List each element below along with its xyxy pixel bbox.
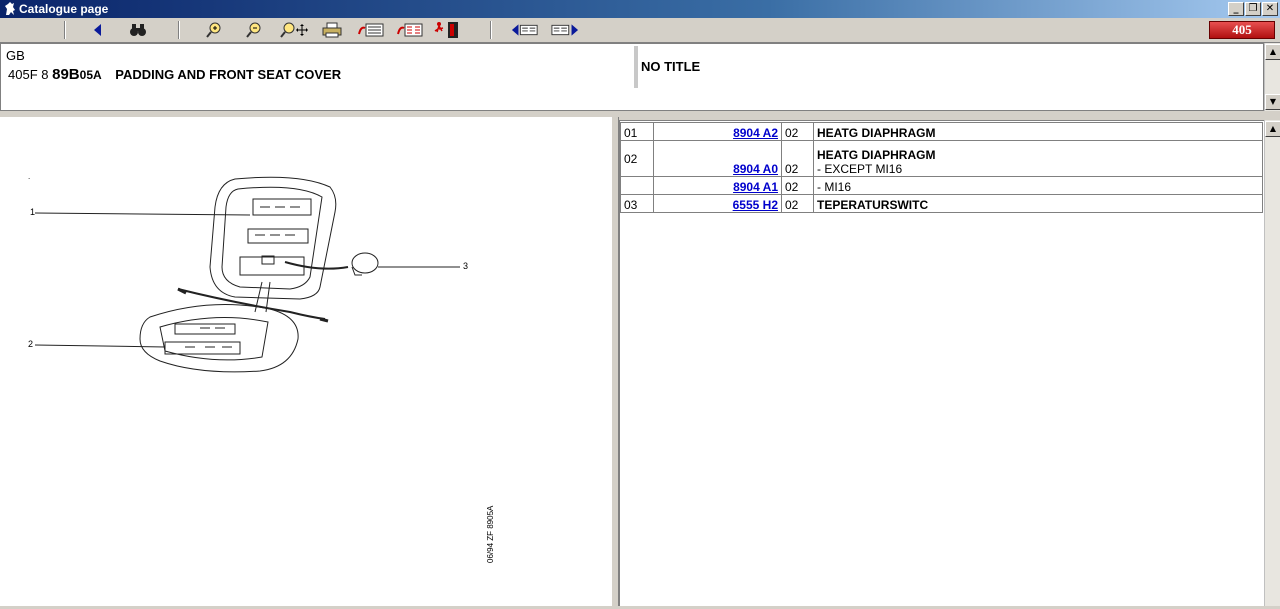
part-ref-cell: 8904 A1 [653, 176, 782, 195]
page-prev-icon [511, 24, 538, 36]
row-index: 02 [620, 140, 654, 177]
header-divider [634, 46, 638, 88]
window-title: Catalogue page [19, 2, 109, 16]
parts-table: 01 8904 A2 02 HEATG DIAPHRAGM 02 8904 A0… [620, 122, 1263, 213]
table-row[interactable]: 03 6555 H2 02 TEPERATURSWITC [620, 194, 1263, 213]
secondary-title: NO TITLE [641, 59, 701, 74]
callout-3: 3 [463, 261, 468, 271]
header-scrollbar[interactable]: ▲ ▼ [1264, 43, 1280, 111]
row-index: 03 [620, 194, 654, 213]
desc-main: HEATG DIAPHRAGM [817, 126, 936, 140]
title-bar: Catalogue page _ ❐ ✕ [0, 0, 1280, 18]
part-ref-cell: 8904 A0 [653, 140, 782, 177]
close-button[interactable]: ✕ [1262, 2, 1278, 16]
pane-splitter[interactable] [611, 117, 619, 606]
row-qty: 02 [781, 122, 814, 141]
desc-note: - EXCEPT MI16 [817, 162, 903, 176]
next-page-button[interactable] [551, 20, 579, 40]
group-code: 89B [52, 66, 80, 83]
row-description: - MI16 [813, 176, 1263, 195]
scroll-up-icon[interactable]: ▲ [1265, 44, 1280, 60]
row-index: 01 [620, 122, 654, 141]
zoom-out-icon [246, 22, 261, 38]
row-qty: 02 [781, 140, 814, 177]
language-code: GB [6, 48, 25, 63]
page-header-panel: GB 405F 8 89B05A PADDING AND FRONT SEAT … [0, 43, 1264, 111]
table-row[interactable]: 8904 A1 02 - MI16 [620, 176, 1263, 195]
subgroup-code: 05A [79, 68, 102, 82]
part-ref-cell: 6555 H2 [653, 194, 782, 213]
grid-icon [397, 23, 423, 37]
minimize-button[interactable]: _ [1228, 2, 1244, 16]
lion-logo-icon [5, 2, 15, 15]
page-next-icon [551, 24, 579, 36]
printer-icon [322, 22, 342, 38]
zoom-move-button[interactable] [280, 20, 308, 40]
desc-main: HEATG DIAPHRAGM [817, 148, 936, 162]
row-index [620, 176, 654, 195]
zoom-out-button[interactable] [240, 20, 268, 40]
diagram-reference: 06/94 ZF 8905A [486, 505, 495, 563]
prev-page-button[interactable] [511, 20, 539, 40]
parts-scrollbar[interactable]: ▲ [1264, 120, 1280, 606]
seat-diagram[interactable]: . 1 2 3 06/94 ZF 8905A [0, 117, 611, 606]
svg-text:.: . [28, 172, 30, 181]
arrow-left-icon [94, 24, 101, 36]
list-icon [358, 23, 384, 37]
print-button[interactable] [318, 20, 346, 40]
row-description: HEATG DIAPHRAGM [813, 122, 1263, 141]
zoom-pan-icon [280, 22, 308, 38]
callout-2: 2 [28, 339, 33, 349]
row-description: TEPERATURSWITC [813, 194, 1263, 213]
scroll-down-icon[interactable]: ▼ [1265, 94, 1280, 110]
desc-main: TEPERATURSWITC [817, 198, 929, 212]
table-row[interactable]: 01 8904 A2 02 HEATG DIAPHRAGM [620, 122, 1263, 141]
zoom-in-icon [206, 22, 221, 38]
zoom-in-button[interactable] [200, 20, 228, 40]
scroll-up-icon[interactable]: ▲ [1265, 121, 1280, 137]
parts-list-pane: 01 8904 A2 02 HEATG DIAPHRAGM 02 8904 A0… [619, 120, 1264, 606]
part-ref-cell: 8904 A2 [653, 122, 782, 141]
row-description: HEATG DIAPHRAGM - EXCEPT MI16 [813, 140, 1263, 177]
part-ref-link[interactable]: 8904 A1 [733, 180, 778, 194]
page-title: PADDING AND FRONT SEAT COVER [115, 67, 342, 82]
toolbar [0, 18, 1280, 43]
list-view-button[interactable] [357, 20, 385, 40]
part-ref-link[interactable]: 8904 A2 [733, 126, 778, 140]
model-badge[interactable]: 405 [1209, 21, 1275, 39]
restore-button[interactable]: ❐ [1245, 2, 1261, 16]
callout-1: 1 [30, 207, 35, 217]
diagram-pane[interactable]: . 1 2 3 06/94 ZF 8905A [0, 117, 611, 606]
row-qty: 02 [781, 194, 814, 213]
row-qty: 02 [781, 176, 814, 195]
desc-note: - MI16 [817, 180, 852, 194]
exit-door-icon [434, 22, 458, 38]
grid-view-button[interactable] [396, 20, 424, 40]
page-reference: 405F 8 89B05A PADDING AND FRONT SEAT COV… [8, 66, 341, 83]
part-ref-link[interactable]: 8904 A0 [733, 162, 778, 176]
exit-button[interactable] [434, 20, 462, 40]
part-ref-link[interactable]: 6555 H2 [733, 198, 778, 212]
binoculars-icon [130, 24, 146, 36]
search-button[interactable] [124, 20, 152, 40]
back-button[interactable] [84, 20, 112, 40]
table-row[interactable]: 02 8904 A0 02 HEATG DIAPHRAGM - EXCEPT MI… [620, 140, 1263, 177]
model-code: 405F 8 [8, 67, 49, 82]
